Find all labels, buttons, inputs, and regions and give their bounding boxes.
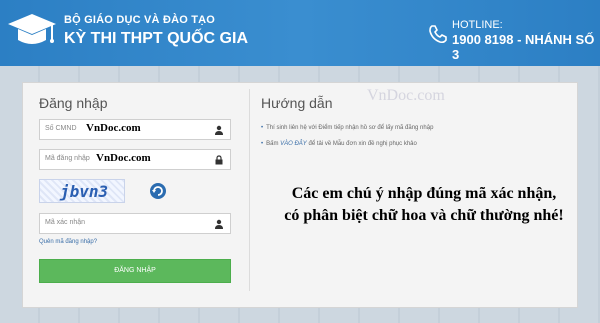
guide-item-contact: • Thí sinh liên hệ với Điểm tiếp nhận hồ … <box>261 125 433 131</box>
bullet-icon: • <box>261 141 264 147</box>
login-title: Đăng nhập <box>39 95 108 111</box>
id-number-label: Số CMND <box>45 125 77 132</box>
header: BỘ GIÁO DỤC VÀ ĐÀO TẠO KỲ THI THPT QUỐC … <box>0 0 600 66</box>
bullet-icon: • <box>261 125 264 131</box>
guide-item-contact-text: Thí sinh liên hệ với Điểm tiếp nhận hồ s… <box>266 125 434 131</box>
divider <box>249 89 250 291</box>
lock-icon <box>215 155 223 165</box>
hotline-number: 1900 8198 - NHÁNH SỐ 3 <box>452 32 595 62</box>
graduation-cap-icon <box>8 14 56 44</box>
id-number-value: VnDoc.com <box>86 122 141 134</box>
captcha-label: Mã xác nhận <box>45 219 86 226</box>
login-panel: Đăng nhập Số CMND VnDoc.com Mã đăng nhập… <box>22 82 578 308</box>
guide-item-download-suffix: để tải về Mẫu đơn xin đề nghị phục khảo <box>308 141 417 147</box>
user-icon <box>215 125 223 135</box>
note-line-2: có phân biệt chữ hoa và chữ thường nhé! <box>284 207 564 224</box>
guide-title: Hướng dẫn <box>261 95 333 111</box>
forgot-login-link[interactable]: Quên mã đăng nhập? <box>39 239 97 245</box>
download-link[interactable]: VÀO ĐÂY <box>280 141 307 147</box>
hotline-label: HOTLINE: <box>452 19 503 31</box>
note-line-1: Các em chú ý nhập đúng mã xác nhận, <box>291 185 557 202</box>
captcha-note: Các em chú ý nhập đúng mã xác nhận, có p… <box>269 183 579 227</box>
guide-item-download-prefix: Bấm <box>266 141 279 147</box>
id-number-field[interactable]: Số CMND VnDoc.com <box>39 119 231 140</box>
login-code-value: VnDoc.com <box>96 152 151 164</box>
user-icon <box>215 219 223 229</box>
login-button[interactable]: ĐĂNG NHẬP <box>39 259 231 283</box>
login-code-field[interactable]: Mã đăng nhập VnDoc.com <box>39 149 231 170</box>
guide-item-download: • Bấm VÀO ĐÂY để tải về Mẫu đơn xin đề ng… <box>261 141 417 147</box>
phone-icon <box>429 25 447 44</box>
ministry-name: BỘ GIÁO DỤC VÀ ĐÀO TẠO <box>64 14 216 26</box>
login-code-label: Mã đăng nhập <box>45 155 90 162</box>
captcha-text: jbvn3 <box>60 182 109 201</box>
captcha-image: jbvn3 <box>39 179 125 203</box>
refresh-icon[interactable] <box>149 182 167 200</box>
exam-title: KỲ THI THPT QUỐC GIA <box>64 30 248 47</box>
captcha-input[interactable]: Mã xác nhận <box>39 213 231 234</box>
watermark: VnDoc.com <box>367 87 445 104</box>
